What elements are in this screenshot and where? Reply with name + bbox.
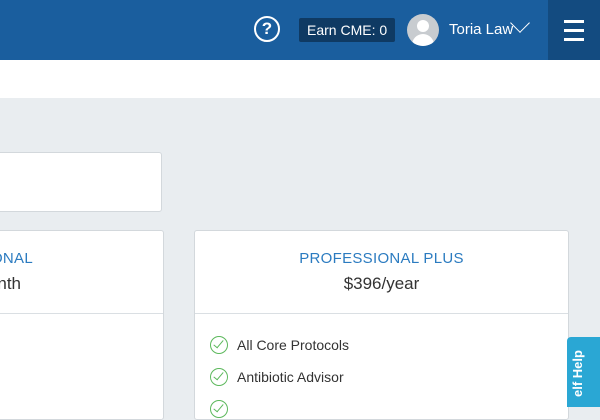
search-box[interactable] (0, 152, 162, 212)
check-circle-icon (210, 336, 228, 354)
self-help-tab[interactable]: elf Help (567, 337, 600, 407)
card-divider (0, 313, 163, 314)
plan-name: ONAL (0, 250, 33, 267)
sub-header-bar (0, 60, 600, 98)
feature-item: All Core Protocols (210, 334, 349, 356)
plan-price: $396/year (343, 274, 420, 293)
self-help-label: elf Help (570, 350, 585, 397)
feature-item (210, 398, 237, 420)
check-circle-icon (210, 368, 228, 386)
plan-card-professional-plus: PROFESSIONAL PLUS $396/year All Core Pro… (194, 230, 569, 420)
plan-price: nth (0, 274, 21, 293)
top-header: ? Earn CME: 0 Toria Law (0, 0, 600, 60)
check-circle-icon (210, 400, 228, 418)
feature-label: Antibiotic Advisor (237, 369, 344, 385)
earn-cme-badge[interactable]: Earn CME: 0 (299, 18, 396, 42)
user-name[interactable]: Toria Law (449, 21, 513, 38)
user-avatar-icon[interactable] (407, 14, 439, 46)
card-divider (195, 313, 568, 314)
feature-label: All Core Protocols (237, 337, 350, 353)
plan-name: PROFESSIONAL PLUS (299, 250, 464, 267)
feature-item: Antibiotic Advisor (210, 366, 344, 388)
help-icon[interactable]: ? (254, 16, 280, 42)
plan-card-professional: ONAL nth (0, 230, 164, 420)
hamburger-menu-button[interactable] (548, 0, 600, 60)
